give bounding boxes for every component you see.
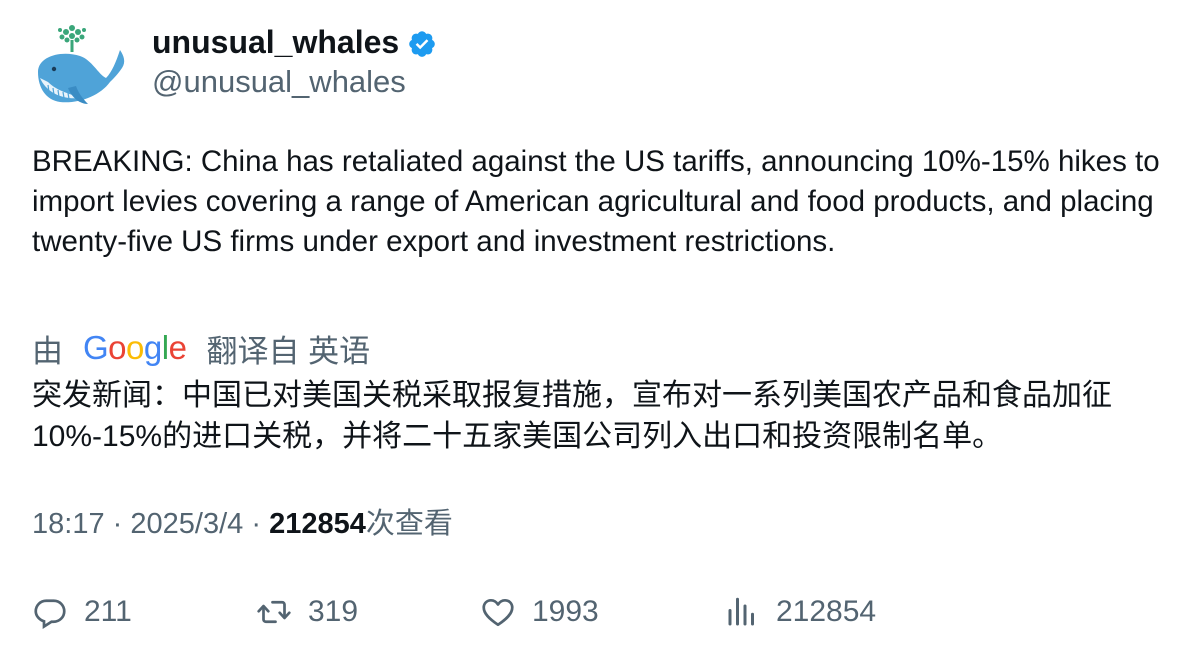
reply-icon — [34, 599, 66, 630]
tweet-meta: 18:17 · 2025/3/4 · 212854次查看 — [32, 504, 453, 544]
display-name[interactable]: unusual_whales — [152, 22, 399, 62]
like-button[interactable]: 1993 — [480, 590, 599, 634]
heart-icon — [482, 598, 514, 627]
action-bar: 211 319 1993 212854 — [32, 590, 1172, 634]
retweet-icon — [257, 600, 291, 624]
tweet-header: unusual_whales @unusual_whales — [32, 22, 437, 114]
translation-prefix: 由 — [32, 333, 63, 369]
retweet-count: 319 — [308, 595, 359, 628]
retweet-button[interactable]: 319 — [256, 590, 358, 634]
author-handle[interactable]: @unusual_whales — [152, 62, 437, 102]
reply-count: 211 — [84, 595, 132, 628]
whale-avatar-icon[interactable] — [32, 22, 128, 114]
meta-separator: · — [112, 508, 123, 540]
meta-separator: · — [251, 508, 261, 540]
tweet-date[interactable]: 2025/3/4 — [130, 508, 243, 540]
author-info: unusual_whales @unusual_whales — [152, 22, 437, 102]
tweet-text: BREAKING: China has retaliated against t… — [32, 145, 1160, 258]
views-action-count: 212854 — [776, 595, 877, 628]
analytics-icon — [728, 597, 754, 626]
views-button[interactable]: 212854 — [724, 590, 876, 634]
verified-badge-icon[interactable] — [407, 29, 437, 59]
translation-suffix: 翻译自 英语 — [206, 333, 371, 369]
views-label: 次查看 — [365, 508, 453, 540]
translated-text: 突发新闻：中国已对美国关税采取报复措施，宣布对一系列美国农产品和食品加征10%-… — [32, 379, 1112, 453]
like-count: 1993 — [532, 595, 599, 628]
display-name-row: unusual_whales — [152, 22, 437, 62]
translation-attribution: 由 Google 翻译自 英语 — [32, 326, 370, 370]
google-logo[interactable]: Google — [83, 329, 187, 367]
views-count: 212854 — [269, 508, 366, 540]
tweet-time[interactable]: 18:17 — [32, 508, 105, 540]
reply-button[interactable]: 211 — [32, 590, 132, 634]
